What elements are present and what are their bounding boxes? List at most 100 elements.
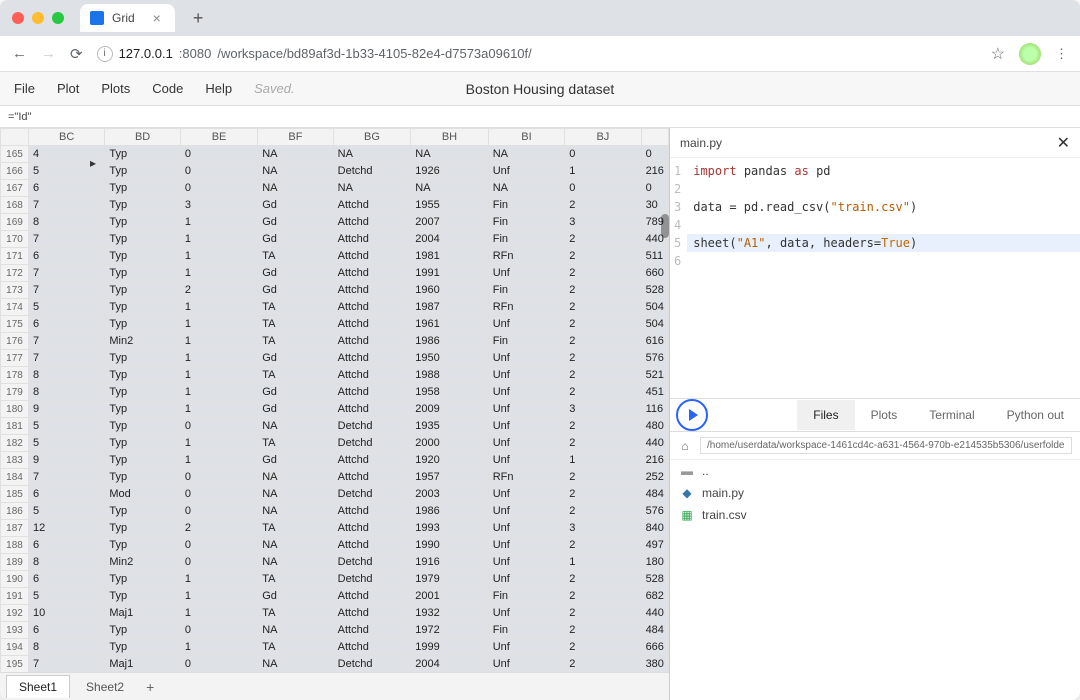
cell[interactable]: Attchd (333, 316, 411, 333)
cell[interactable]: Typ (105, 401, 181, 418)
cell[interactable]: RFn (488, 248, 564, 265)
cell[interactable]: 0 (180, 554, 257, 571)
cell[interactable]: Fin (488, 197, 564, 214)
cell[interactable]: 0 (180, 418, 257, 435)
cell[interactable]: Typ (105, 265, 181, 282)
cell[interactable]: 2009 (411, 401, 488, 418)
cell[interactable]: 2 (565, 486, 641, 503)
cell[interactable]: 2 (565, 605, 641, 622)
cell[interactable]: 0 (180, 163, 257, 180)
row-header[interactable]: 179 (1, 384, 29, 401)
cell[interactable]: Unf (488, 350, 564, 367)
cell[interactable]: 1 (180, 605, 257, 622)
cell[interactable]: NA (333, 180, 411, 197)
cell[interactable]: NA (258, 180, 333, 197)
cell[interactable]: 521 (641, 367, 668, 384)
cell[interactable]: 6 (28, 537, 104, 554)
cell[interactable]: 504 (641, 299, 668, 316)
cell[interactable]: Unf (488, 435, 564, 452)
cell[interactable]: 0 (180, 486, 257, 503)
cell[interactable]: Detchd (333, 486, 411, 503)
spreadsheet-grid[interactable]: BCBDBEBFBGBHBIBJ 1654Typ0NANANANA001665T… (0, 128, 669, 672)
forward-button[interactable]: → (41, 45, 56, 62)
cell[interactable]: 2 (565, 333, 641, 350)
cell[interactable]: Typ (105, 622, 181, 639)
row-header[interactable]: 187 (1, 520, 29, 537)
cell[interactable]: Typ (105, 418, 181, 435)
cell[interactable]: 6 (28, 622, 104, 639)
cell[interactable]: Unf (488, 486, 564, 503)
cell[interactable]: Typ (105, 571, 181, 588)
cell[interactable]: Unf (488, 401, 564, 418)
scrollbar-thumb[interactable] (661, 214, 669, 238)
cell[interactable]: 2 (565, 299, 641, 316)
row-header[interactable]: 188 (1, 537, 29, 554)
row-header[interactable]: 191 (1, 588, 29, 605)
cell[interactable]: NA (258, 622, 333, 639)
code-line[interactable]: data = pd.read_csv("train.csv") (687, 198, 1080, 216)
cell[interactable]: 7 (28, 197, 104, 214)
cell[interactable]: TA (258, 571, 333, 588)
close-editor-icon[interactable]: ✕ (1057, 133, 1070, 153)
cell[interactable]: Gd (258, 231, 333, 248)
cell[interactable]: 451 (641, 384, 668, 401)
cell[interactable]: 2004 (411, 656, 488, 673)
cell[interactable]: Typ (105, 231, 181, 248)
cell[interactable]: 576 (641, 503, 668, 520)
more-menu-icon[interactable]: ⋮ (1055, 46, 1068, 62)
cell[interactable]: 2007 (411, 214, 488, 231)
cell[interactable]: 2 (565, 418, 641, 435)
row-header[interactable]: 195 (1, 656, 29, 673)
cell[interactable]: 2004 (411, 231, 488, 248)
maximize-window-icon[interactable] (52, 12, 64, 24)
cell[interactable]: TA (258, 333, 333, 350)
cell[interactable]: 7 (28, 469, 104, 486)
cell[interactable]: 8 (28, 214, 104, 231)
cell[interactable]: Attchd (333, 265, 411, 282)
address-bar[interactable]: i 127.0.0.1:8080/workspace/bd89af3d-1b33… (97, 46, 977, 62)
cell[interactable]: 1 (180, 588, 257, 605)
cell[interactable]: Gd (258, 452, 333, 469)
cell[interactable]: Gd (258, 588, 333, 605)
cell[interactable]: 6 (28, 571, 104, 588)
row-header[interactable]: 194 (1, 639, 29, 656)
cell[interactable]: 7 (28, 282, 104, 299)
cell[interactable]: Attchd (333, 537, 411, 554)
cell[interactable]: 0 (180, 537, 257, 554)
cell[interactable]: 1 (180, 214, 257, 231)
cell[interactable]: 1999 (411, 639, 488, 656)
row-header[interactable]: 193 (1, 622, 29, 639)
cell[interactable]: Maj1 (105, 656, 181, 673)
cell[interactable]: Attchd (333, 282, 411, 299)
row-header[interactable]: 170 (1, 231, 29, 248)
cell[interactable]: 30 (641, 197, 668, 214)
cell[interactable]: 7 (28, 333, 104, 350)
close-tab-icon[interactable]: × (153, 10, 161, 26)
cell[interactable]: Typ (105, 197, 181, 214)
column-header[interactable]: BI (488, 129, 564, 146)
cell[interactable]: 1 (180, 299, 257, 316)
cell[interactable]: 2 (565, 282, 641, 299)
cell[interactable]: Typ (105, 316, 181, 333)
cell[interactable]: 2 (565, 503, 641, 520)
row-header[interactable]: 176 (1, 333, 29, 350)
row-header[interactable]: 168 (1, 197, 29, 214)
row-header[interactable]: 185 (1, 486, 29, 503)
cell[interactable]: 440 (641, 605, 668, 622)
column-header[interactable]: BC (28, 129, 104, 146)
cell[interactable]: Detchd (333, 435, 411, 452)
cell[interactable]: Typ (105, 214, 181, 231)
cell[interactable]: Typ (105, 163, 181, 180)
cell[interactable]: Detchd (333, 656, 411, 673)
cell[interactable]: 1916 (411, 554, 488, 571)
cell[interactable]: 528 (641, 282, 668, 299)
cell[interactable]: Gd (258, 197, 333, 214)
cell[interactable]: Attchd (333, 605, 411, 622)
cell[interactable]: 1 (180, 333, 257, 350)
cell[interactable]: 660 (641, 265, 668, 282)
cell[interactable]: 1990 (411, 537, 488, 554)
file-row[interactable]: ◆main.py (670, 482, 1080, 504)
cell[interactable]: NA (411, 180, 488, 197)
cell[interactable]: Unf (488, 656, 564, 673)
cell[interactable]: 5 (28, 435, 104, 452)
